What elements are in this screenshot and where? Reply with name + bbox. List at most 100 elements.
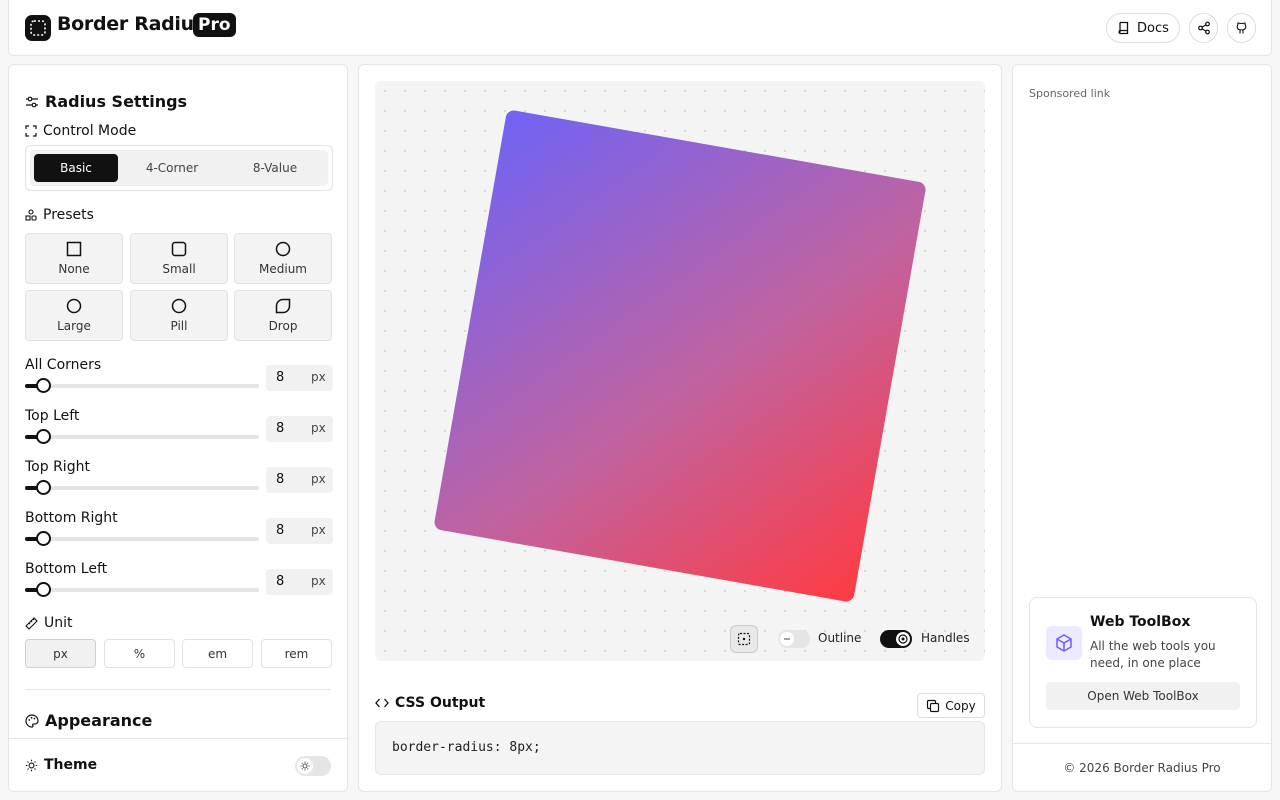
- preset-medium[interactable]: Medium: [234, 233, 332, 284]
- preview-canvas: Outline Handles: [375, 81, 985, 661]
- target-icon: [896, 632, 910, 646]
- mode-tab-basic[interactable]: Basic: [34, 154, 118, 182]
- square-icon: [66, 241, 82, 257]
- logo-icon: [25, 15, 51, 41]
- preset-large[interactable]: Large: [25, 290, 123, 341]
- control-mode-heading: Control Mode: [25, 123, 136, 139]
- preset-label: Small: [162, 262, 196, 276]
- radius-settings-title: Radius Settings: [45, 92, 188, 111]
- slider-label: All Corners: [25, 357, 102, 373]
- docs-button[interactable]: Docs: [1106, 13, 1180, 43]
- rounded-square-icon: [171, 241, 187, 257]
- slider-label: Bottom Left: [25, 561, 108, 577]
- pro-badge: Pro: [193, 13, 236, 37]
- css-output-heading: CSS Output: [375, 695, 485, 711]
- ad-description: All the web tools you need, in one place: [1090, 639, 1216, 670]
- github-button[interactable]: [1227, 13, 1256, 43]
- preset-drop[interactable]: Drop: [234, 290, 332, 341]
- top-left-slider[interactable]: [25, 429, 259, 444]
- slider-thumb[interactable]: [36, 582, 51, 597]
- slider-thumb[interactable]: [36, 531, 51, 546]
- preview-panel: Outline Handles CSS Output Copy border-r…: [358, 64, 1002, 792]
- unit-button-rem[interactable]: rem: [261, 639, 332, 668]
- footer-copyright: © 2026 Border Radius Pro: [1013, 743, 1271, 792]
- slider-label: Top Right: [25, 459, 90, 475]
- ad-card[interactable]: Web ToolBox All the web tools you need, …: [1029, 597, 1257, 728]
- css-code: border-radius: 8px;: [392, 740, 541, 755]
- all-corners-input[interactable]: 8 px: [266, 365, 333, 391]
- outline-toggle[interactable]: [778, 630, 810, 648]
- shapes-icon: [25, 209, 37, 221]
- copy-label: Copy: [945, 698, 976, 713]
- drop-shape-icon: [275, 298, 291, 314]
- slider-thumb[interactable]: [36, 429, 51, 444]
- unit-button-px[interactable]: px: [25, 639, 96, 668]
- unit-heading: Unit: [25, 615, 73, 631]
- css-code-block[interactable]: border-radius: 8px;: [375, 721, 985, 775]
- unit-button-em[interactable]: em: [182, 639, 253, 668]
- slider-thumb[interactable]: [36, 480, 51, 495]
- theme-heading: Theme: [25, 757, 97, 773]
- sponsored-label: Sponsored link: [1029, 87, 1111, 100]
- mode-tab-8-value[interactable]: 8-Value: [226, 154, 324, 182]
- share-button[interactable]: [1189, 13, 1218, 43]
- circle-icon: [275, 241, 291, 257]
- preview-shape[interactable]: [433, 109, 927, 603]
- bottom-left-input[interactable]: 8 px: [266, 569, 333, 595]
- top-right-input[interactable]: 8 px: [266, 467, 333, 493]
- theme-bar: Theme: [9, 738, 347, 791]
- css-output-title: CSS Output: [395, 695, 486, 711]
- settings-panel: Radius Settings Control Mode Basic 4-Cor…: [8, 64, 348, 792]
- copy-button[interactable]: Copy: [917, 693, 985, 718]
- slider-thumb[interactable]: [36, 378, 51, 393]
- unit-button-percent[interactable]: %: [104, 639, 175, 668]
- handles-toggle[interactable]: [880, 630, 912, 648]
- preset-label: Medium: [259, 262, 307, 276]
- ruler-icon: [25, 616, 38, 630]
- handles-label: Handles: [921, 631, 970, 645]
- top-right-slider[interactable]: [25, 480, 259, 495]
- outline-label: Outline: [818, 631, 862, 645]
- preset-small[interactable]: Small: [130, 233, 228, 284]
- copy-icon: [926, 699, 940, 713]
- toggle-knob: [896, 632, 910, 646]
- circle-icon: [171, 298, 187, 314]
- preset-label: Drop: [268, 319, 298, 333]
- preset-pill[interactable]: Pill: [130, 290, 228, 341]
- theme-label: Theme: [44, 757, 98, 773]
- preset-label: Pill: [170, 319, 188, 333]
- palette-icon: [25, 713, 39, 728]
- radius-settings-heading: Radius Settings: [25, 92, 187, 111]
- open-toolbox-button[interactable]: Open Web ToolBox: [1046, 682, 1240, 710]
- sponsor-panel: Sponsored link Web ToolBox All the web t…: [1012, 64, 1272, 792]
- minus-icon: [780, 632, 794, 646]
- circle-icon: [66, 298, 82, 314]
- preset-label: None: [58, 262, 90, 276]
- unit-label: Unit: [44, 615, 73, 631]
- appearance-title: Appearance: [45, 711, 153, 730]
- book-icon: [1117, 21, 1131, 35]
- app-title: Border Radius: [57, 13, 205, 35]
- cube-icon: [1046, 626, 1082, 660]
- bottom-left-slider[interactable]: [25, 582, 259, 597]
- ad-title: Web ToolBox: [1090, 614, 1191, 630]
- appearance-heading: Appearance: [25, 711, 152, 730]
- docs-label: Docs: [1137, 20, 1169, 36]
- sliders-icon: [25, 95, 39, 109]
- app-header: Border Radius Pro Docs: [8, 0, 1272, 56]
- code-icon: [375, 697, 389, 709]
- bottom-right-input[interactable]: 8 px: [266, 518, 333, 544]
- mode-tab-4-corner[interactable]: 4-Corner: [124, 154, 220, 182]
- bottom-right-slider[interactable]: [25, 531, 259, 546]
- control-mode-label: Control Mode: [43, 123, 137, 139]
- top-left-input[interactable]: 8 px: [266, 416, 333, 442]
- toggle-knob: [297, 758, 313, 774]
- preset-label: Large: [57, 319, 91, 333]
- theme-toggle[interactable]: [295, 756, 331, 776]
- reset-view-button[interactable]: [730, 625, 758, 653]
- all-corners-slider[interactable]: [25, 378, 259, 393]
- expand-icon: [25, 125, 37, 137]
- preset-none[interactable]: None: [25, 233, 123, 284]
- presets-label: Presets: [43, 207, 94, 223]
- divider: [25, 689, 331, 690]
